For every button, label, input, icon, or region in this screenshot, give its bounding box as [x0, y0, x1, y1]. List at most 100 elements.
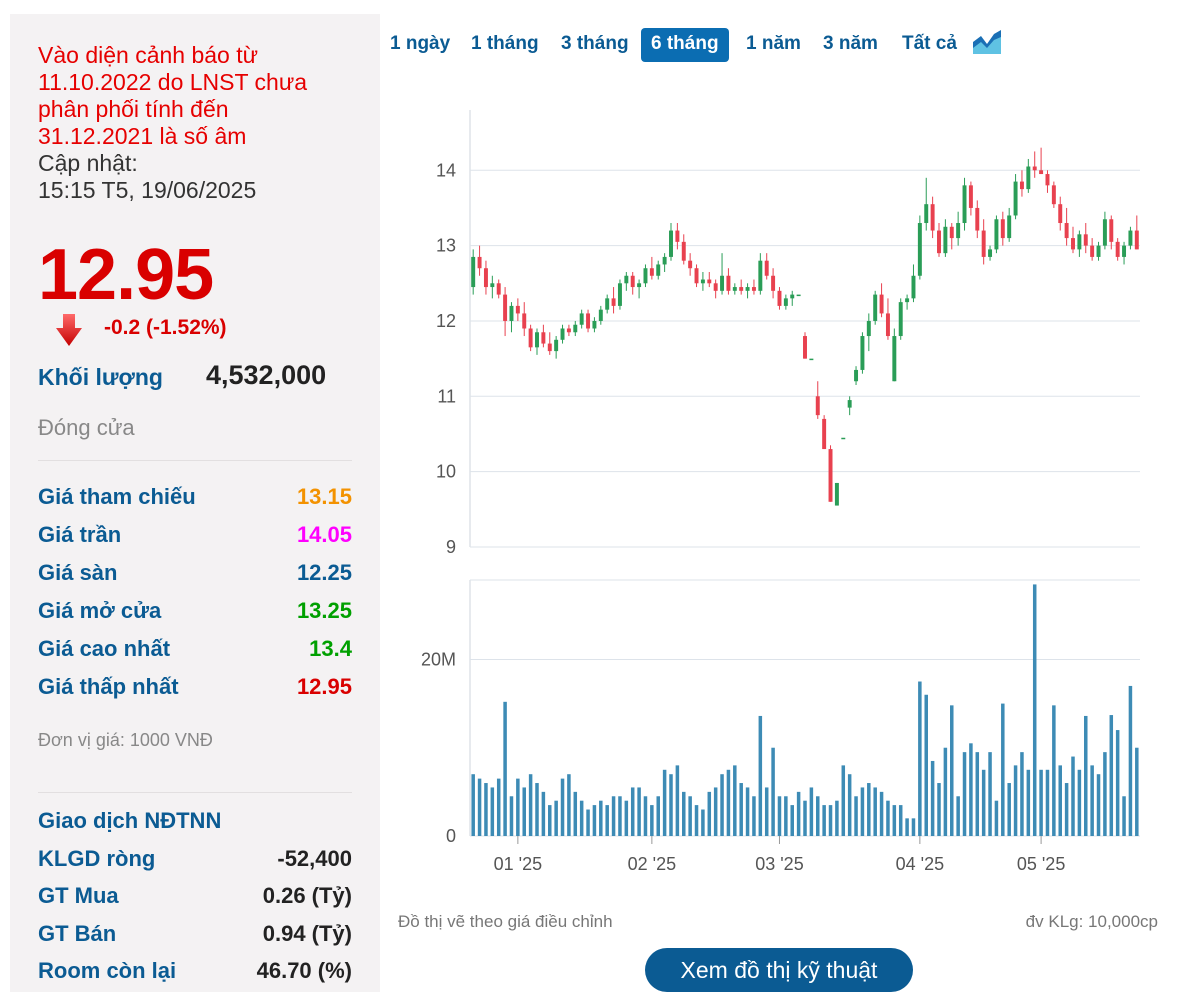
candle-body	[885, 313, 890, 337]
candle-body	[496, 283, 501, 295]
volume-bar	[975, 752, 980, 836]
volume-bar	[1096, 774, 1101, 836]
volume-bar	[918, 681, 922, 836]
price-change: -0.2 (-1.52%)	[104, 316, 227, 339]
candle-body	[522, 313, 527, 329]
volume-tick-label: 20M	[421, 649, 456, 669]
tab-all[interactable]: Tất cả	[892, 28, 967, 62]
arrow-down-icon	[56, 314, 82, 346]
x-tick-label: 03 '25	[755, 854, 803, 874]
candle-body	[554, 339, 559, 352]
volume-bar	[599, 800, 603, 836]
tab-1-year[interactable]: 1 năm	[736, 28, 811, 62]
candle-body	[477, 256, 482, 269]
candle-body	[579, 313, 584, 325]
foreign-row-label: GT Mua	[38, 883, 119, 908]
candle-body	[1096, 245, 1101, 257]
volume-bar	[777, 796, 782, 836]
candle-body	[681, 241, 686, 261]
price-row-high: Giá cao nhất 13.4	[38, 636, 352, 666]
market-status: Đóng cửa	[38, 415, 135, 440]
candle-body	[694, 268, 699, 284]
volume-bar	[981, 769, 986, 836]
tab-3-years[interactable]: 3 năm	[813, 28, 888, 62]
volume-bar	[886, 800, 890, 836]
foreign-row-label: GT Bán	[38, 921, 117, 946]
volume-bar	[911, 818, 916, 836]
candle-body	[796, 294, 801, 297]
volume-bar	[624, 800, 629, 836]
volume-bar	[1013, 765, 1018, 836]
candle-body	[1051, 185, 1056, 205]
volume-bar	[867, 783, 871, 836]
candle-body	[662, 256, 667, 265]
price-row-label: Giá tham chiếu	[38, 484, 196, 509]
volume-bar	[516, 778, 520, 836]
foreign-row-value: 46.70 (%)	[256, 958, 352, 983]
volume-bar	[796, 791, 801, 836]
volume-bar	[898, 805, 903, 836]
volume-bar	[892, 805, 897, 836]
price-tick-label: 14	[436, 160, 456, 180]
candle-body	[509, 305, 514, 321]
technical-chart-button[interactable]: Xem đồ thị kỹ thuật	[645, 948, 913, 992]
volume-bar	[790, 805, 794, 836]
candle-body	[937, 230, 941, 254]
area-chart-icon[interactable]	[972, 28, 1002, 56]
volume-bar	[962, 752, 967, 836]
price-row-value: 14.05	[296, 522, 352, 547]
price-row-value: 12.25	[296, 560, 352, 585]
candle-body	[617, 283, 622, 306]
candle-body	[1000, 219, 1005, 239]
volume-bar	[490, 787, 495, 836]
volume-bar	[924, 694, 928, 836]
candle-body	[854, 369, 859, 382]
candle-body	[1026, 166, 1031, 190]
price-row-floor: Giá sàn 12.25	[38, 560, 352, 590]
volume-bar	[471, 774, 475, 836]
foreign-row-value: -52,400	[277, 846, 352, 871]
candle-body	[860, 336, 865, 370]
candle-body	[605, 298, 610, 310]
tab-1-month[interactable]: 1 tháng	[461, 28, 549, 62]
volume-bar	[988, 752, 992, 836]
volume-bar	[662, 769, 667, 836]
volume-bar	[618, 796, 622, 836]
tab-3-months[interactable]: 3 tháng	[551, 28, 639, 62]
x-tick-label: 01 '25	[494, 854, 542, 874]
candle-body	[751, 287, 756, 291]
candle-body	[994, 219, 999, 250]
volume-bar	[592, 805, 597, 836]
volume-bar	[477, 778, 482, 836]
candle-body	[803, 336, 807, 359]
candle-body	[669, 230, 673, 257]
volume-bar	[969, 743, 973, 836]
volume-bar	[930, 760, 935, 836]
volume-bar	[707, 791, 712, 836]
tab-6-months[interactable]: 6 tháng	[641, 28, 729, 62]
volume-bar	[1135, 747, 1139, 836]
volume-bar	[503, 701, 507, 836]
volume-unit-note: đv KLg: 10,000cp	[1025, 912, 1158, 931]
volume-bar	[841, 765, 846, 836]
volume-bar	[835, 800, 839, 836]
update-label: Cập nhật:	[38, 150, 138, 176]
tab-1-day[interactable]: 1 ngày	[380, 28, 460, 62]
volume-bar	[745, 787, 750, 836]
candle-body	[592, 320, 597, 329]
update-time: 15:15 T5, 19/06/2025	[38, 177, 257, 203]
candle-body	[911, 275, 916, 299]
candle-body	[815, 396, 820, 416]
candle-body	[720, 275, 725, 291]
volume-value: 4,532,000	[206, 360, 327, 390]
candle-body	[732, 287, 737, 291]
candle-body	[515, 305, 520, 314]
volume-bar	[1077, 769, 1082, 836]
candle-body	[624, 275, 629, 284]
candle-body	[1064, 223, 1069, 239]
candle-body	[828, 449, 833, 502]
volume-bar	[554, 800, 558, 836]
candle-body	[949, 226, 954, 239]
price-unit-note: Đơn vị giá: 1000 VNĐ	[38, 730, 213, 750]
foreign-row-label: KLGD ròng	[38, 846, 156, 871]
